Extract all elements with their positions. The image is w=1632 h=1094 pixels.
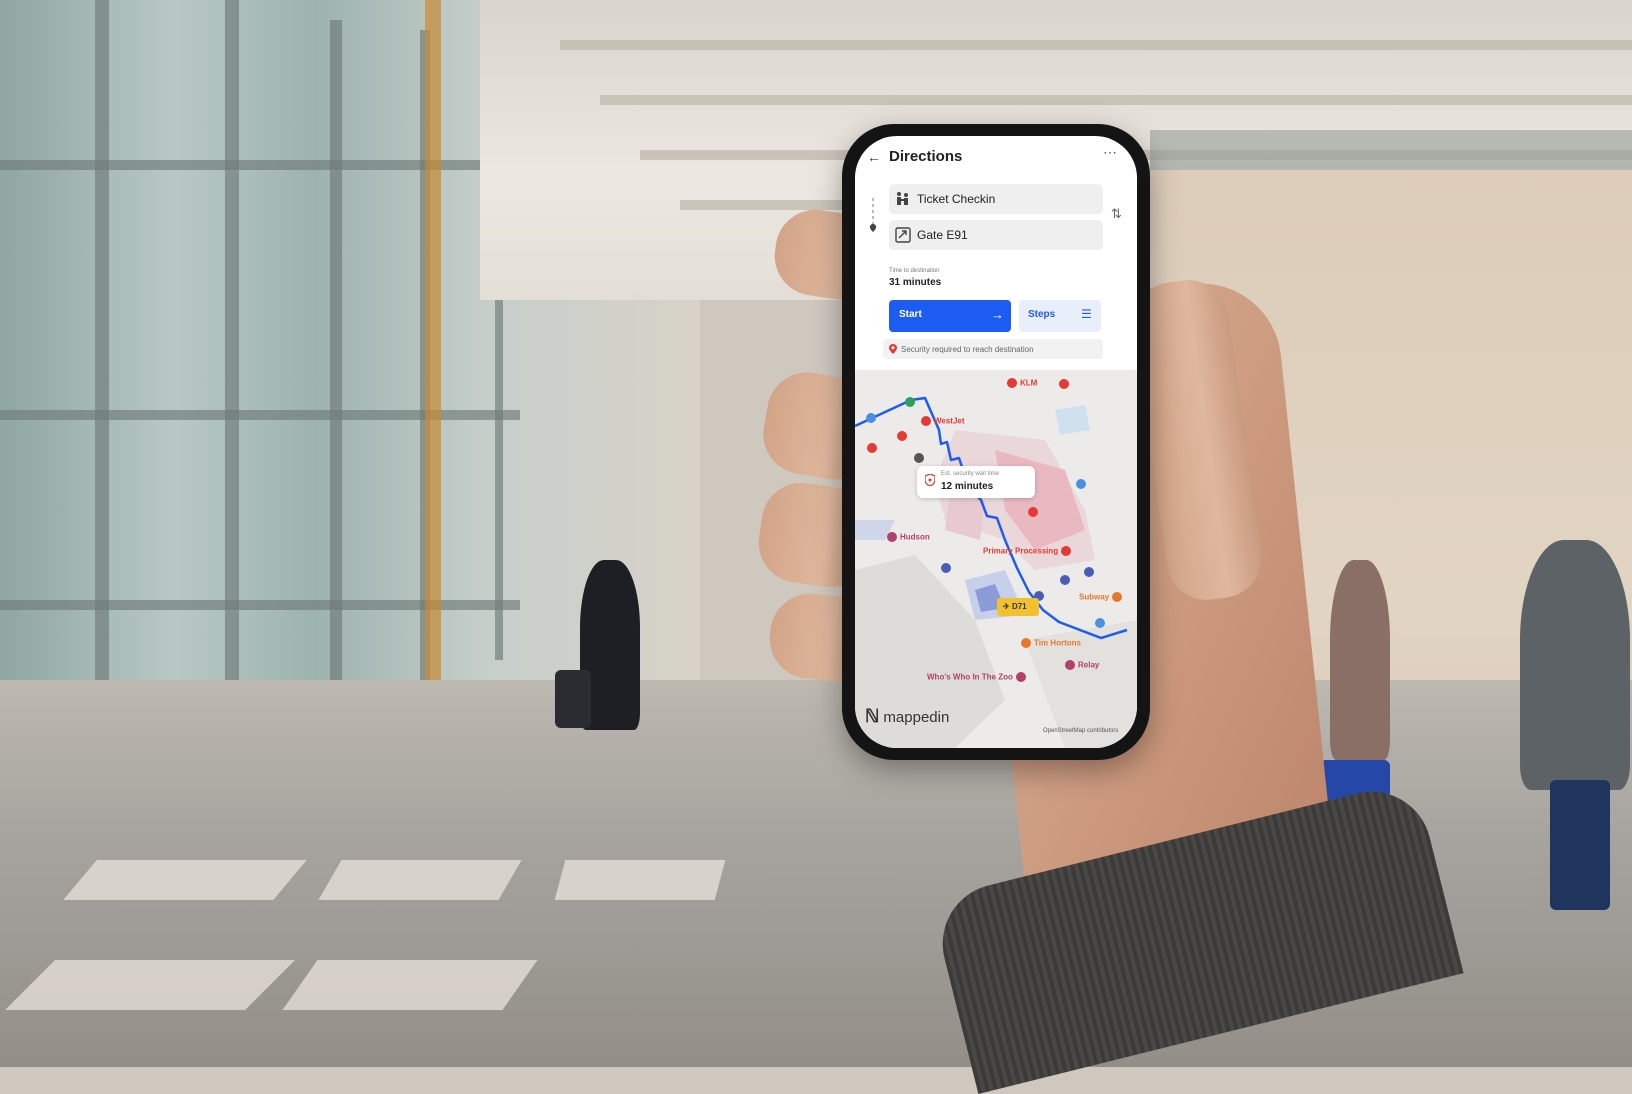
- poi-icon: [1015, 672, 1026, 682]
- suitcase: [555, 670, 591, 728]
- map-marker: [866, 413, 876, 423]
- map-marker: [1059, 379, 1069, 389]
- start-label: Start: [899, 309, 922, 320]
- poi-tim-hortons[interactable]: Tim Hortons: [1021, 638, 1081, 648]
- notice-text: Security required to reach destination: [901, 345, 1034, 354]
- poi-icon: [887, 532, 897, 542]
- ceiling-beam: [560, 40, 1632, 50]
- start-button[interactable]: Start →: [889, 300, 1011, 332]
- shield-icon: [925, 474, 935, 486]
- poi-klm[interactable]: KLM: [1007, 378, 1037, 388]
- brand-name: mappedin: [883, 709, 950, 726]
- poi-label: Who's Who In The Zoo: [927, 672, 1013, 682]
- poi-icon: [1007, 378, 1017, 388]
- gate-tag[interactable]: ✈ D71: [997, 598, 1039, 616]
- destination-value: Gate E91: [917, 228, 968, 242]
- map-canvas: [855, 379, 1137, 748]
- poi-label: Tim Hortons: [1034, 638, 1081, 648]
- arrow-right-icon: →: [991, 307, 1004, 322]
- time-label: Time to destination: [889, 268, 940, 274]
- poi-label: WestJet: [934, 416, 965, 426]
- map-marker: [867, 443, 877, 453]
- steps-label: Steps: [1028, 309, 1056, 320]
- floor-reflection: [318, 860, 522, 900]
- mappedin-mark-icon: ℕ: [865, 706, 880, 726]
- poi-icon: [1021, 638, 1031, 648]
- floor-reflection: [282, 960, 538, 1010]
- poi-relay[interactable]: Relay: [1065, 660, 1099, 670]
- wait-value: 12 minutes: [941, 481, 994, 492]
- traveler: [1330, 560, 1390, 760]
- floor-reflection: [63, 860, 307, 900]
- poi-icon: [1065, 660, 1075, 670]
- time-value: 31 minutes: [889, 277, 942, 288]
- suitcase: [1550, 780, 1610, 910]
- floor-reflection: [5, 960, 295, 1010]
- wait-label: Est. security wait time: [941, 471, 1000, 477]
- poi-icon: [921, 416, 931, 426]
- list-icon: ☰: [1081, 307, 1092, 321]
- security-notice: Security required to reach destination: [883, 339, 1103, 359]
- floor-reflection: [554, 860, 726, 900]
- swap-icon[interactable]: ⇅: [1111, 206, 1125, 226]
- app-header: ← Directions ⋯: [855, 136, 1137, 176]
- map-marker: [1076, 479, 1086, 489]
- poi-icon: [1112, 592, 1123, 602]
- poi-westjet[interactable]: WestJet: [921, 416, 965, 426]
- phone-screen: ← Directions ⋯ Ticket Checkin Gate E91 ⇅…: [855, 136, 1137, 748]
- origin-value: Ticket Checkin: [917, 192, 996, 206]
- location-pin-icon: [869, 224, 877, 232]
- more-icon[interactable]: ⋯: [1103, 144, 1118, 161]
- floor-map[interactable]: KLM WestJet Hudson Primary Processing Su…: [855, 370, 1137, 748]
- poi-primary-processing[interactable]: Primary Processing: [983, 546, 1074, 556]
- orange-pillar: [425, 0, 441, 680]
- ticket-checkin-icon: [897, 192, 908, 205]
- map-marker: [1060, 575, 1070, 585]
- window-frame: [0, 160, 520, 170]
- poi-label: Relay: [1078, 660, 1100, 670]
- map-marker: [914, 453, 924, 463]
- poi-label: Primary Processing: [983, 546, 1059, 556]
- map-marker: [1084, 567, 1094, 577]
- map-marker: [905, 397, 915, 407]
- gate-label: D71: [1011, 602, 1027, 611]
- window-frame: [0, 600, 520, 610]
- origin-field[interactable]: Ticket Checkin: [889, 184, 1103, 214]
- poi-label: Subway: [1079, 592, 1110, 602]
- ceiling-beam: [600, 95, 1632, 105]
- back-arrow-icon[interactable]: ←: [867, 150, 881, 164]
- gate-icon: [895, 227, 911, 243]
- traveler: [1520, 540, 1630, 790]
- steps-button[interactable]: Steps ☰: [1019, 300, 1101, 332]
- mappedin-logo: ℕmappedin: [865, 706, 949, 727]
- map-marker: [1095, 618, 1105, 628]
- window-frame: [330, 20, 342, 720]
- destination-field[interactable]: Gate E91: [889, 220, 1103, 250]
- page-title: Directions: [889, 148, 963, 165]
- window-frame: [95, 0, 109, 760]
- window-frame: [225, 0, 239, 740]
- plane-icon: ✈: [1003, 602, 1012, 611]
- map-marker: [941, 563, 951, 573]
- poi-subway[interactable]: Subway: [1079, 592, 1125, 602]
- map-attribution: OpenStreetMap contributors: [1043, 728, 1119, 734]
- map-area: [1055, 405, 1090, 435]
- security-wait-card[interactable]: Est. security wait time 12 minutes: [917, 466, 1035, 498]
- poi-label: Hudson: [900, 532, 930, 542]
- poi-hudson[interactable]: Hudson: [887, 532, 930, 542]
- map-marker: [897, 431, 907, 441]
- window-frame: [0, 410, 520, 420]
- poi-icon: [1061, 546, 1072, 556]
- map-marker: [1028, 507, 1038, 517]
- poi-label: KLM: [1020, 378, 1038, 388]
- poi-whos-who-in-the-zoo[interactable]: Who's Who In The Zoo: [927, 672, 1029, 682]
- location-pin-icon: [889, 344, 897, 354]
